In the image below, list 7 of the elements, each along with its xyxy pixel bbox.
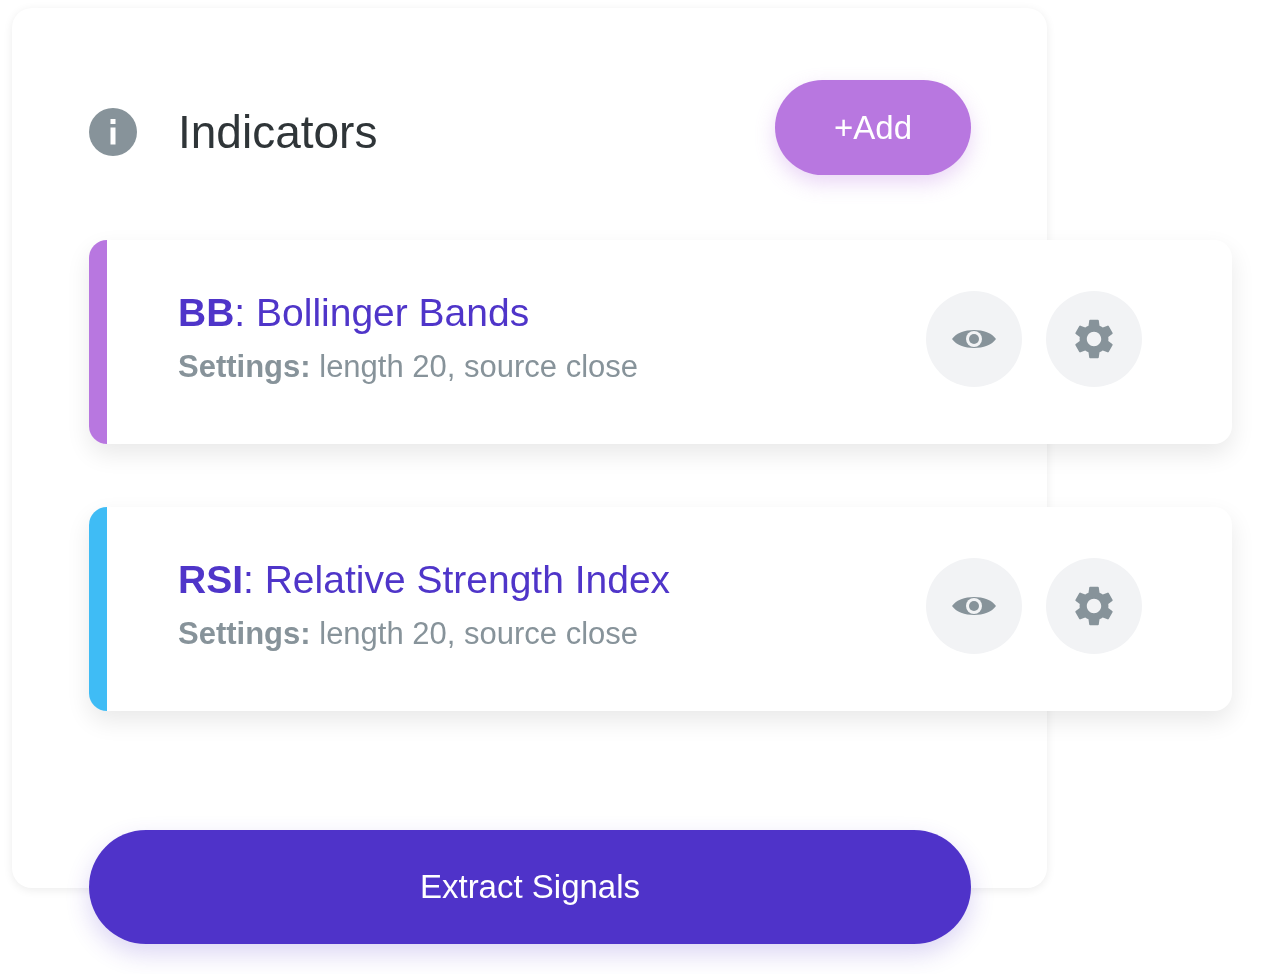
extract-signals-button[interactable]: Extract Signals [89, 830, 971, 944]
panel-title: Indicators [178, 104, 378, 159]
indicator-settings: Settings: length 20, source close [178, 616, 640, 652]
indicator-title: BB: Bollinger Bands [178, 291, 531, 335]
indicator-settings: Settings: length 20, source close [178, 349, 639, 385]
info-icon [89, 107, 137, 156]
indicator-title: RSI: Relative Strength Index [178, 558, 671, 602]
